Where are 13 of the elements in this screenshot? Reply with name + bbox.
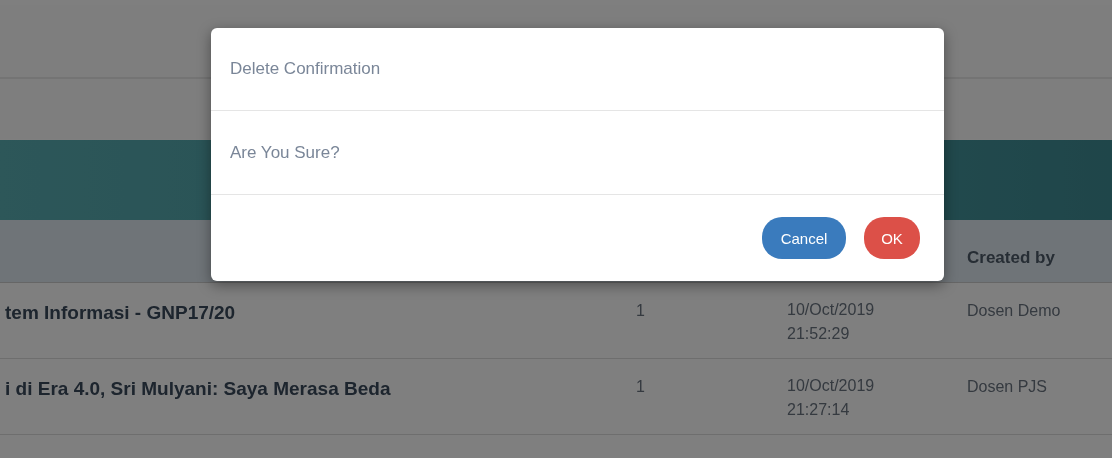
dialog-button[interactable]: OK: [864, 217, 920, 259]
dialog-button[interactable]: Cancel: [762, 217, 846, 259]
table-cell-text: 1: [636, 302, 646, 320]
table-cell-text: 10/Oct/2019 21:27:14: [787, 376, 876, 420]
table-cell-text: i di Era 4.0, Sri Mulyani: Saya Merasa Beda: [4, 378, 392, 400]
table-cell-text: tem Informasi - GNP17/20: [4, 302, 237, 324]
table-cell-text: Dosen PJS: [967, 378, 1049, 396]
table-cell-text: 10/Oct/2019 21:52:29: [787, 300, 876, 344]
dialog-message: Are You Sure?: [230, 142, 340, 163]
table-cell-text: Dosen Demo: [967, 302, 1062, 320]
dialog-title: Delete Confirmation: [230, 59, 381, 79]
table-cell-text: 1: [636, 378, 646, 396]
column-header: Created by: [967, 247, 1056, 268]
